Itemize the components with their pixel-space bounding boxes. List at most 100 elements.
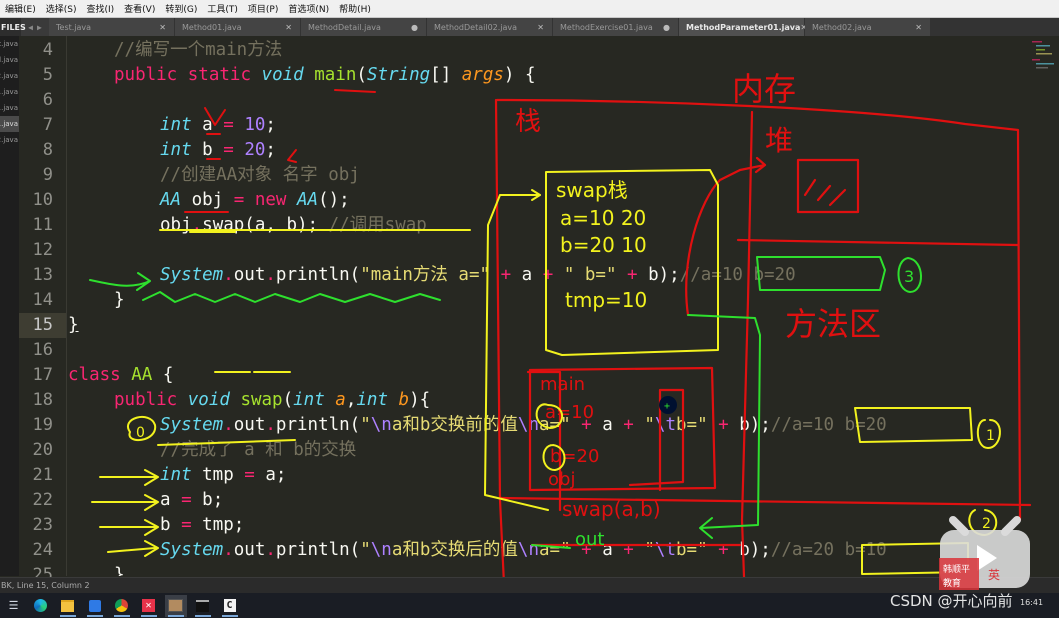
type: AA: [297, 190, 319, 210]
operator: +: [570, 540, 603, 560]
brace: }: [68, 315, 79, 335]
sidebar-file[interactable]: Test.java: [0, 36, 19, 52]
code-line-14: }: [114, 288, 125, 313]
line-number: 24: [32, 540, 53, 560]
punct: ();: [318, 190, 350, 210]
operator: =: [244, 465, 255, 485]
code-editor[interactable]: //编写一个main方法 public static void main(Str…: [68, 36, 1058, 576]
menu-find[interactable]: 查找(I): [81, 2, 119, 15]
variable: a: [160, 490, 182, 510]
c-editor-icon[interactable]: C: [219, 595, 241, 617]
punct: ,: [345, 390, 357, 410]
escape: \n: [517, 540, 539, 560]
line-number: 23: [32, 515, 53, 535]
code-line-11: obj.swap(a, b); //调用swap: [160, 213, 427, 238]
tab-label: MethodDetail.java: [308, 22, 381, 32]
variable: b);: [739, 540, 771, 560]
type: int: [160, 465, 192, 485]
string: "main方法 a=": [360, 265, 491, 285]
menu-edit[interactable]: 编辑(E): [0, 2, 41, 15]
type: int: [160, 115, 192, 135]
operator: =: [181, 490, 192, 510]
string: ": [360, 540, 371, 560]
keyword: new: [244, 190, 297, 210]
line-number: 6: [42, 90, 53, 110]
tab-bar-empty: [931, 18, 1059, 36]
variable: a: [191, 115, 224, 135]
chrome-icon[interactable]: [111, 595, 133, 617]
video-logo-overlay: 韩顺平 教育: [939, 516, 1030, 590]
file-explorer-icon[interactable]: [57, 595, 79, 617]
escape: \n: [517, 415, 539, 435]
menu-selection[interactable]: 选择(S): [41, 2, 82, 15]
variable: b;: [191, 490, 224, 510]
escape: \t: [654, 415, 676, 435]
variable: tmp;: [191, 515, 245, 535]
modified-dot-icon[interactable]: ●: [411, 23, 418, 32]
operator: .: [223, 415, 234, 435]
close-icon[interactable]: ✕: [537, 23, 544, 32]
code-line-13: System.out.println("main方法 a=" + a + " b…: [160, 263, 796, 288]
menu-preferences[interactable]: 首选项(N): [283, 2, 334, 15]
operator: +: [707, 415, 740, 435]
line-number: 9: [42, 165, 53, 185]
menu-project[interactable]: 项目(P): [243, 2, 283, 15]
escape: \n: [370, 540, 392, 560]
tab-prev-icon[interactable]: ◀: [28, 23, 33, 32]
xmind-icon[interactable]: ✕: [138, 595, 160, 617]
menu-goto[interactable]: 转到(G): [160, 2, 202, 15]
terminal-icon[interactable]: [192, 595, 214, 617]
sidebar-file[interactable]: MethodExercise01.java: [0, 84, 19, 100]
sidebar-file-selected[interactable]: MethodParameter01.java: [0, 116, 19, 132]
sidebar-file[interactable]: MethodDetail.java: [0, 52, 19, 68]
type: System: [160, 415, 224, 435]
edge-browser-icon[interactable]: [30, 595, 52, 617]
sidebar-file[interactable]: Method01.java: [0, 100, 19, 116]
comment: //a=10 b=20: [679, 265, 796, 285]
tab-method02-java[interactable]: Method02.java ✕: [805, 18, 931, 36]
menu-view[interactable]: 查看(V): [119, 2, 160, 15]
tab-methoddetail-java[interactable]: MethodDetail.java ●: [301, 18, 427, 36]
taskbar-clock[interactable]: 16:41: [1020, 598, 1043, 607]
code-line-8: int b = 20;: [160, 138, 276, 163]
close-icon[interactable]: ✕: [915, 23, 922, 32]
brace: }: [114, 565, 125, 576]
tab-next-icon[interactable]: ▶: [37, 23, 42, 32]
menu-tools[interactable]: 工具(T): [202, 2, 243, 15]
modified-dot-icon[interactable]: ●: [663, 23, 670, 32]
wps-writer-icon[interactable]: [84, 595, 106, 617]
operator: +: [612, 540, 645, 560]
sidebar-file[interactable]: Method02.java: [0, 132, 19, 148]
keyword: static: [187, 65, 251, 85]
keyword: public: [114, 65, 178, 85]
tab-methoddetail02-java[interactable]: MethodDetail02.java ✕: [427, 18, 553, 36]
string: a=": [539, 540, 571, 560]
brand-logo-top: 韩顺平: [943, 563, 970, 575]
line-number-gutter: 4 5 6 7 8 9 10 11 12 13 14 15 16 17 18 19 20 21 22 23 24 25: [19, 36, 67, 585]
tab-methodexercise01-java[interactable]: MethodExercise01.java ●: [553, 18, 679, 36]
tab-label: Method01.java: [182, 22, 242, 32]
operator: =: [223, 140, 234, 160]
operator: .: [265, 540, 276, 560]
method-call: println(: [275, 540, 361, 560]
close-icon[interactable]: ✕: [159, 23, 166, 32]
code-line-7: int a = 10;: [160, 113, 276, 138]
line-number: 10: [32, 190, 53, 210]
tab-label: MethodExercise01.java: [560, 22, 653, 32]
file-sidebar: Test.java MethodDetail.java MethodDetail…: [0, 36, 19, 576]
sidebar-file[interactable]: MethodDetail02.java: [0, 68, 19, 84]
tab-methodparameter01-java[interactable]: MethodParameter01.java ✕: [679, 18, 807, 36]
minimap[interactable]: [1030, 37, 1058, 77]
variable: b: [191, 140, 224, 160]
sublime-text-icon[interactable]: [164, 594, 187, 617]
tab-method01-java[interactable]: Method01.java ✕: [175, 18, 301, 36]
close-icon[interactable]: ✕: [285, 23, 292, 32]
line-number: 16: [32, 340, 53, 360]
tab-bar: FILES ◀ ▶ Test.java ✕ Method01.java ✕ Me…: [0, 17, 1059, 36]
tab-test-java[interactable]: Test.java ✕: [49, 18, 175, 36]
task-view-icon[interactable]: ☰: [3, 595, 25, 617]
keyword: void: [261, 65, 304, 85]
menu-help[interactable]: 帮助(H): [334, 2, 376, 15]
ime-indicator[interactable]: 英: [988, 566, 1000, 583]
operator: .: [191, 215, 203, 235]
